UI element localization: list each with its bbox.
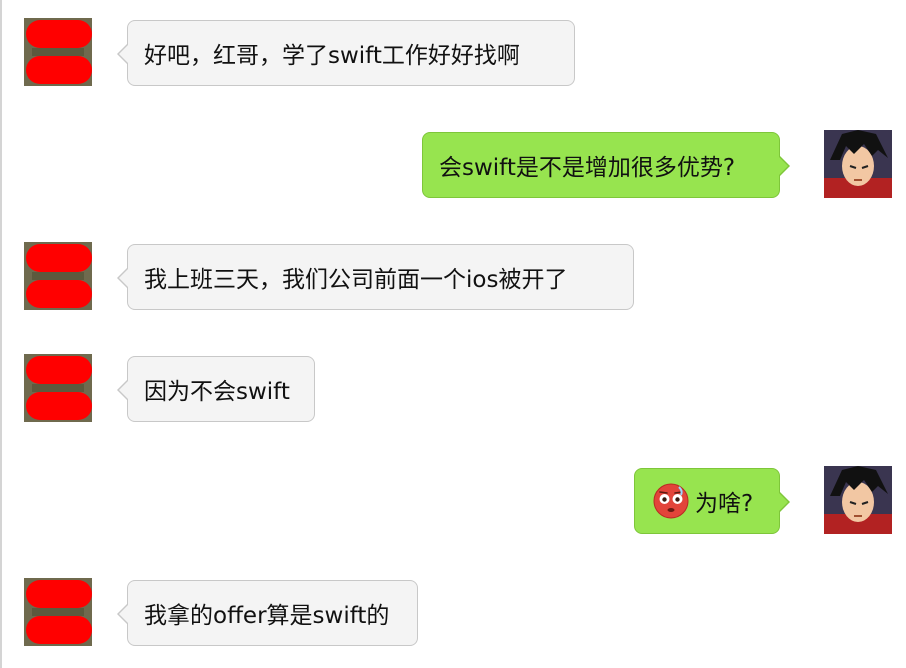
message-bubble[interactable]: 我上班三天，我们公司前面一个ios被开了 <box>117 244 634 310</box>
message-text: 因为不会swift <box>144 379 290 405</box>
message-bubble[interactable]: 好吧，红哥，学了swift工作好好找啊 <box>117 20 575 86</box>
message-text: 我拿的offer算是swift的 <box>144 603 390 629</box>
redacted-avatar[interactable] <box>24 354 92 422</box>
redacted-avatar[interactable] <box>24 18 92 86</box>
redacted-avatar[interactable] <box>24 578 92 646</box>
message-bubble[interactable]: 因为不会swift <box>117 356 315 422</box>
message-incoming: 我上班三天，我们公司前面一个ios被开了 <box>24 242 644 310</box>
message-text: 好吧，红哥，学了swift工作好好找啊 <box>144 43 520 69</box>
message-incoming: 好吧，红哥，学了swift工作好好找啊 <box>24 18 584 86</box>
message-incoming: 我拿的offer算是swift的 <box>24 578 444 646</box>
left-divider <box>0 0 2 668</box>
flushed-face-emoji <box>653 483 689 519</box>
message-outgoing: 为啥? <box>634 466 894 534</box>
anime-character-icon <box>824 466 892 534</box>
message-text: 为啥? <box>695 491 754 517</box>
message-incoming: 因为不会swift <box>24 354 324 422</box>
message-bubble[interactable]: 我拿的offer算是swift的 <box>117 580 418 646</box>
message-bubble[interactable]: 会swift是不是增加很多优势? <box>422 132 790 198</box>
anime-character-icon <box>824 130 892 198</box>
message-text: 我上班三天，我们公司前面一个ios被开了 <box>144 267 568 293</box>
user-avatar[interactable] <box>824 466 892 534</box>
chat-window: 好吧，红哥，学了swift工作好好找啊 会swift是不是增加很多优势? 我上班… <box>0 0 906 668</box>
message-bubble[interactable]: 为啥? <box>634 468 790 534</box>
user-avatar[interactable] <box>824 130 892 198</box>
message-text: 会swift是不是增加很多优势? <box>439 155 736 181</box>
redacted-avatar[interactable] <box>24 242 92 310</box>
message-outgoing: 会swift是不是增加很多优势? <box>422 130 892 198</box>
